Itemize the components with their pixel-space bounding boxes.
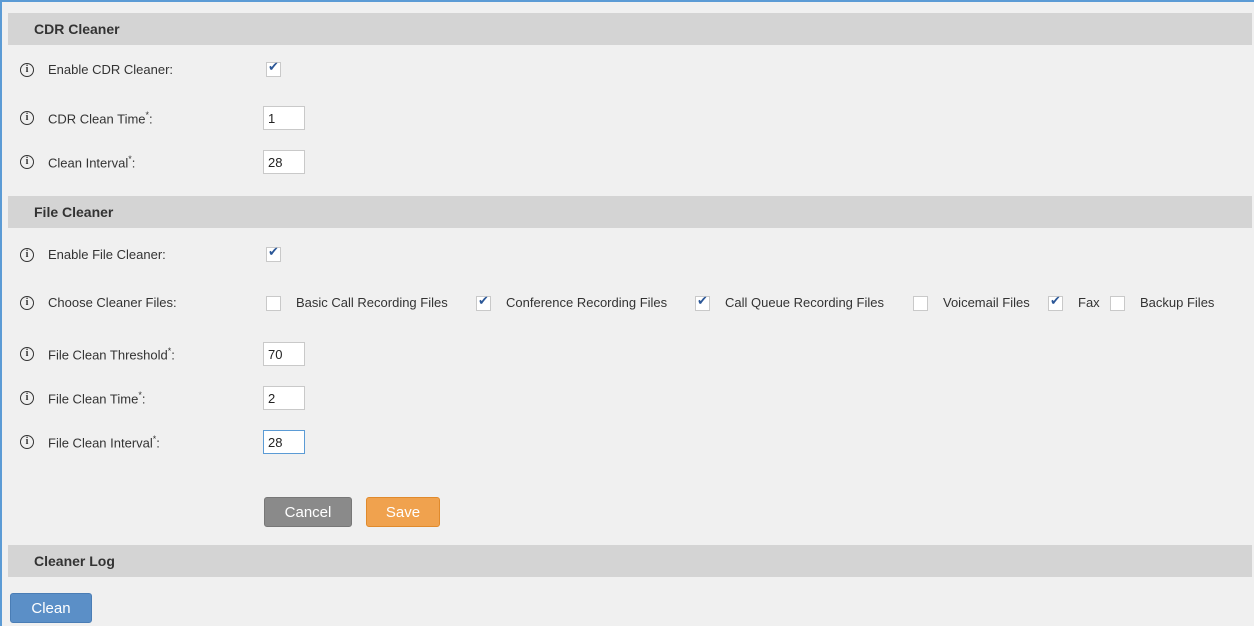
- row-enable-cdr-cleaner: i Enable CDR Cleaner: ✔: [0, 58, 1254, 84]
- clean-interval-label: Clean Interval*:: [48, 154, 136, 171]
- call-queue-recording-label: Call Queue Recording Files: [725, 295, 884, 310]
- file-clean-interval-input[interactable]: [263, 430, 305, 454]
- fax-checkbox[interactable]: ✔: [1048, 294, 1063, 311]
- checkmark-icon: ✔: [1050, 294, 1061, 309]
- call-queue-recording-checkbox[interactable]: ✔: [695, 294, 710, 311]
- clean-button[interactable]: Clean: [10, 593, 92, 623]
- backup-files-label: Backup Files: [1140, 295, 1215, 310]
- info-icon[interactable]: i: [20, 347, 34, 361]
- choose-cleaner-files-label: Choose Cleaner Files:: [48, 295, 177, 310]
- file-clean-threshold-label: File Clean Threshold*:: [48, 346, 175, 363]
- voicemail-files-checkbox[interactable]: [913, 296, 928, 311]
- fax-label: Fax: [1078, 295, 1100, 310]
- row-file-clean-time: i File Clean Time*:: [0, 386, 1254, 412]
- row-file-clean-interval: i File Clean Interval*:: [0, 430, 1254, 456]
- info-icon[interactable]: i: [20, 111, 34, 125]
- conference-recording-label: Conference Recording Files: [506, 295, 668, 310]
- info-icon[interactable]: i: [20, 63, 34, 77]
- info-icon[interactable]: i: [20, 155, 34, 169]
- file-clean-time-label: File Clean Time*:: [48, 390, 146, 407]
- enable-cdr-cleaner-label: Enable CDR Cleaner:: [48, 62, 174, 77]
- cdr-clean-time-label: CDR Clean Time*:: [48, 110, 153, 127]
- info-icon[interactable]: i: [20, 248, 34, 262]
- file-clean-time-input[interactable]: [263, 386, 305, 410]
- file-clean-threshold-input[interactable]: [263, 342, 305, 366]
- row-clean-interval: i Clean Interval*:: [0, 150, 1254, 176]
- basic-call-recording-checkbox[interactable]: [266, 296, 281, 311]
- cleaner-log-header: Cleaner Log: [8, 545, 1252, 577]
- enable-file-cleaner-label: Enable File Cleaner:: [48, 247, 166, 262]
- clean-interval-input[interactable]: [263, 150, 305, 174]
- checkmark-icon: ✔: [697, 294, 708, 309]
- info-icon[interactable]: i: [20, 435, 34, 449]
- cancel-button[interactable]: Cancel: [264, 497, 352, 527]
- row-enable-file-cleaner: i Enable File Cleaner: ✔: [0, 243, 1254, 269]
- file-cleaner-header: File Cleaner: [8, 196, 1252, 228]
- cdr-cleaner-header: CDR Cleaner: [8, 13, 1252, 45]
- checkmark-icon: ✔: [268, 60, 279, 75]
- save-button[interactable]: Save: [366, 497, 440, 527]
- checkmark-icon: ✔: [478, 294, 489, 309]
- checkmark-icon: ✔: [268, 245, 279, 260]
- cdr-clean-time-input[interactable]: [263, 106, 305, 130]
- enable-cdr-cleaner-checkbox[interactable]: ✔: [266, 60, 281, 77]
- file-clean-interval-label: File Clean Interval*:: [48, 434, 160, 451]
- basic-call-recording-label: Basic Call Recording Files: [296, 295, 448, 310]
- enable-file-cleaner-checkbox[interactable]: ✔: [266, 245, 281, 262]
- conference-recording-checkbox[interactable]: ✔: [476, 294, 491, 311]
- voicemail-files-label: Voicemail Files: [943, 295, 1030, 310]
- backup-files-checkbox[interactable]: [1110, 296, 1125, 311]
- row-choose-cleaner-files: i Choose Cleaner Files: Basic Call Recor…: [0, 291, 1254, 317]
- info-icon[interactable]: i: [20, 391, 34, 405]
- row-file-clean-threshold: i File Clean Threshold*:: [0, 342, 1254, 368]
- info-icon[interactable]: i: [20, 296, 34, 310]
- row-cdr-clean-time: i CDR Clean Time*:: [0, 106, 1254, 132]
